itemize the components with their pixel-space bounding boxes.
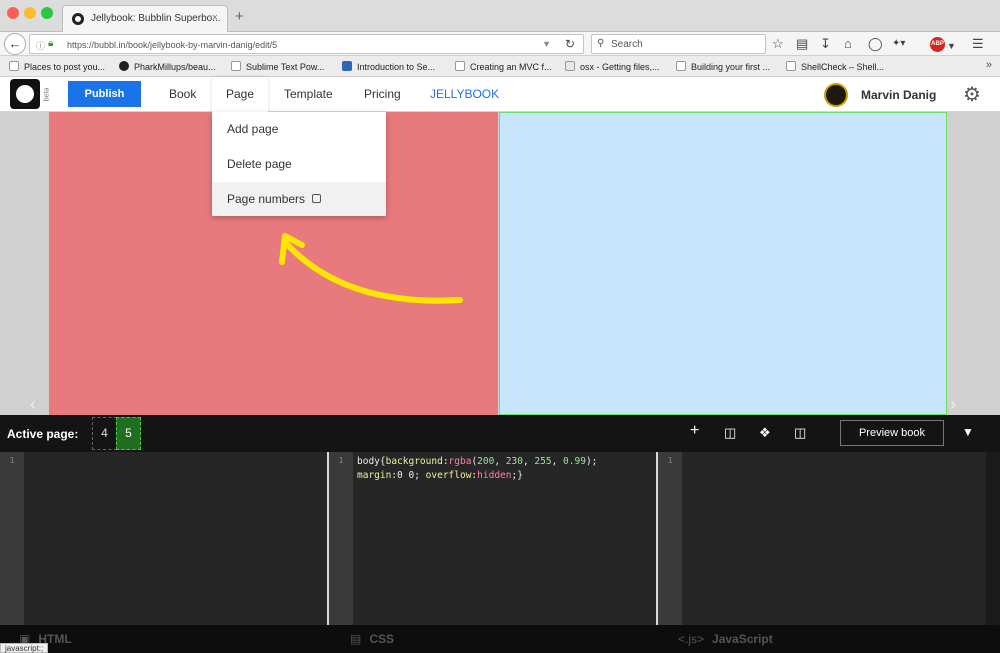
chevron-down-icon[interactable]: ▼ [962,425,974,439]
add-page-item[interactable]: Add page [212,112,386,146]
back-button[interactable]: ← [4,33,26,55]
js-icon: <.js> [678,632,705,646]
bookmark-item[interactable]: Sublime Text Pow... [231,61,324,72]
info-icon[interactable]: ⓘ [36,39,45,52]
browser-nav-bar: ← ⓘ 🔒︎ https://bubbl.in/book/jellybook-b… [0,32,1000,56]
annotation-arrow-curve [282,239,463,304]
home-icon[interactable]: ⌂ [844,36,852,52]
add-icon[interactable]: + [690,422,699,440]
page-icon [9,61,19,71]
delete-page-item[interactable]: Delete page [212,147,386,181]
html-editor[interactable]: 1 [0,452,327,625]
tab-title: Jellybook: Bubblin Superbo... [91,13,221,24]
css-code: body{background:rgba(200, 230, 255, 0.99… [357,456,598,481]
close-window-button[interactable] [7,7,19,19]
tab-close-icon[interactable]: × [212,12,218,24]
bubblin-favicon-icon [72,13,84,25]
bookmarks-overflow-icon[interactable]: » [986,59,992,71]
publish-button[interactable]: Publish [68,81,141,107]
css-editor[interactable]: 1 body{background:rgba(200, 230, 255, 0.… [329,452,656,625]
line-numbers: 1 [658,452,682,625]
puzzle-icon[interactable]: ❖ [759,425,771,441]
page-numbers-checkbox[interactable] [312,194,322,203]
bookmark-item[interactable]: PharkMillups/beau... [119,61,216,72]
active-page-label: Active page: [7,427,79,441]
bookmark-item[interactable]: osx - Getting files,... [565,61,660,72]
bubblin-logo[interactable] [10,79,40,109]
bookmark-item[interactable]: ShellCheck – Shell... [786,61,884,72]
beta-badge: beta [43,87,51,102]
search-icon: ⚲ [597,38,605,49]
browser-tab[interactable]: Jellybook: Bubblin Superbo... × [62,5,228,32]
line-numbers: 1 [0,452,24,625]
page-icon [676,61,686,71]
page-button-4[interactable]: 4 [92,417,117,450]
menu-jellybook[interactable]: JELLYBOOK [430,87,499,101]
search-input[interactable]: ⚲ Search [591,34,766,54]
editor-scrollbar[interactable] [986,452,1000,625]
avatar[interactable] [824,83,848,107]
css-tab[interactable]: ▤ CSS [350,632,394,646]
page-button-5[interactable]: 5 [116,417,141,450]
editor-tab-bar: ▣ HTML ▤ CSS <.js> JavaScript [0,625,1000,653]
download-icon[interactable]: ↧ [820,36,831,52]
menu-pricing[interactable]: Pricing [364,87,401,101]
chat-icon[interactable]: ◯ [868,36,883,52]
page-icon [455,61,465,71]
lock-icon: 🔒︎ [48,38,54,49]
reload-icon[interactable]: ↻ [565,37,575,51]
url-text: https://bubbl.in/book/jellybook-by-marvi… [67,40,278,50]
menu-page[interactable]: Page [212,77,269,112]
reading-list-icon[interactable]: ▤ [796,36,808,52]
trash-icon[interactable]: ◫ [724,425,736,441]
url-dropdown-icon[interactable]: ▼ [542,39,551,49]
minimize-window-button[interactable] [24,7,36,19]
line-numbers: 1 [329,452,353,625]
search-placeholder: Search [611,39,643,50]
browser-tab-bar: Jellybook: Bubblin Superbo... × + [0,0,1000,32]
github-icon [119,61,129,71]
page-menu-dropdown: Add page Delete page Page numbers [212,112,386,216]
url-bar[interactable]: ⓘ 🔒︎ https://bubbl.in/book/jellybook-by-… [29,34,584,54]
status-bar-url: javascript:; [0,643,49,653]
book-icon[interactable]: ◫ [794,425,806,441]
preview-book-button[interactable]: Preview book [840,420,944,446]
page-numbers-item[interactable]: Page numbers [212,182,386,216]
app-header: beta Publish Book Page Template Pricing … [0,77,1000,112]
stackexchange-icon [565,61,575,71]
zoom-window-button[interactable] [41,7,53,19]
bookmarks-bar: Places to post you... PharkMillups/beau.… [0,56,1000,77]
page-icon [231,61,241,71]
bookmark-item[interactable]: Creating an MVC f... [455,61,552,72]
new-tab-button[interactable]: + [235,8,244,25]
js-editor[interactable]: 1 [658,452,986,625]
adblock-dropdown-icon[interactable]: ▼ [947,38,956,54]
menu-book[interactable]: Book [169,87,196,101]
bookmark-star-icon[interactable]: ☆ [772,36,784,52]
gear-icon[interactable]: ⚙ [963,82,981,107]
bookmark-item[interactable]: Building your first ... [676,61,770,72]
css3-icon [342,61,352,71]
flag-icon [786,61,796,71]
menu-template[interactable]: Template [284,87,333,101]
editor-toolbar: Active page: 4 5 + ◫ ❖ ◫ Preview book ▼ [0,415,1000,452]
adblock-icon[interactable]: ABP [930,37,945,52]
annotation-arrow [279,233,463,304]
bookmark-item[interactable]: Introduction to Se... [342,61,435,72]
book-stage: ‹ › [0,112,1000,415]
extension-icon[interactable]: ✦▾ [892,36,905,52]
hamburger-menu-icon[interactable]: ☰ [972,36,984,52]
bookmark-item[interactable]: Places to post you... [9,61,105,72]
user-name[interactable]: Marvin Danig [861,88,936,102]
css3-icon: ▤ [350,632,362,646]
javascript-tab[interactable]: <.js> JavaScript [678,632,773,646]
